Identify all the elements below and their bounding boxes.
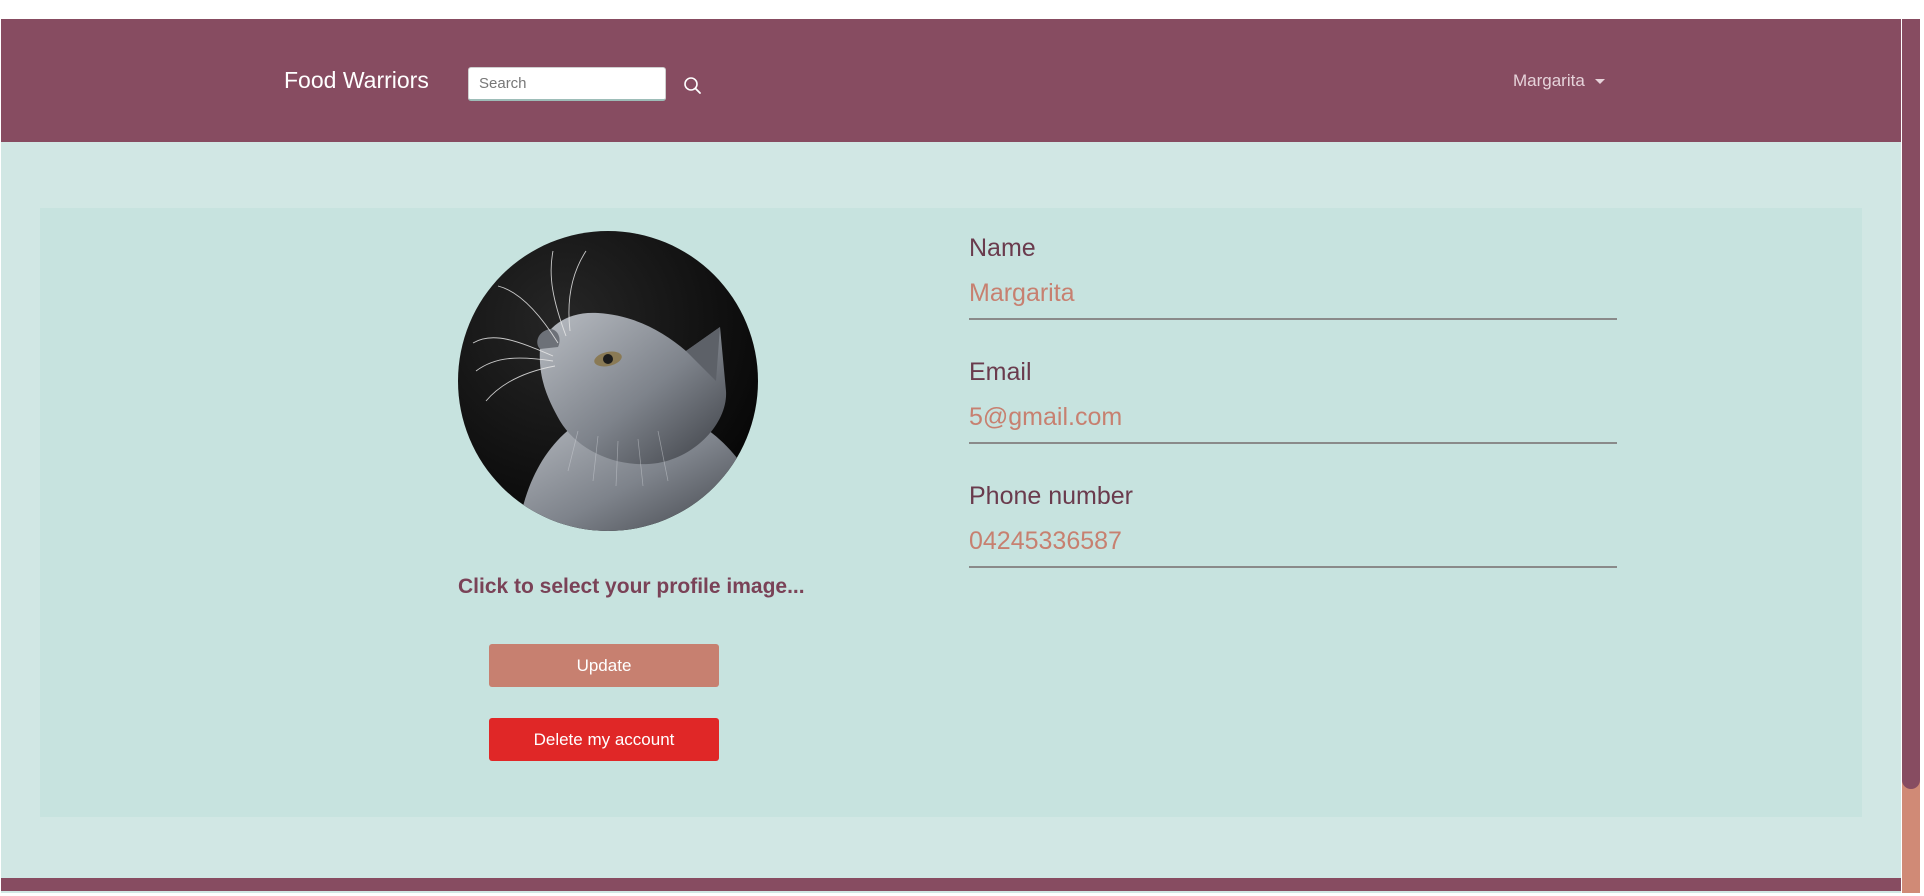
user-menu-label: Margarita <box>1513 71 1585 90</box>
delete-account-button[interactable]: Delete my account <box>489 718 719 761</box>
cat-photo <box>458 231 758 531</box>
select-profile-image-link[interactable]: Click to select your profile image... <box>458 575 805 599</box>
name-label: Name <box>969 234 1036 262</box>
page-background: Food Warriors Margarita <box>1 19 1901 893</box>
brand-logo[interactable]: Food Warriors <box>284 67 429 94</box>
scrollbar-thumb[interactable] <box>1902 19 1920 789</box>
top-navbar: Food Warriors Margarita <box>1 19 1901 142</box>
caret-down-icon <box>1594 78 1605 84</box>
name-input[interactable] <box>969 279 1617 320</box>
footer-bar <box>1 878 1901 891</box>
vertical-scrollbar[interactable] <box>1902 19 1920 893</box>
user-menu-dropdown[interactable]: Margarita <box>1513 71 1605 91</box>
profile-card: Click to select your profile image... Up… <box>40 208 1862 817</box>
profile-avatar[interactable] <box>458 231 758 531</box>
phone-label: Phone number <box>969 482 1134 510</box>
name-field-group: Name <box>969 236 1617 320</box>
phone-field-group: Phone number <box>969 484 1617 568</box>
email-field-group: Email <box>969 360 1617 444</box>
search-icon[interactable] <box>682 75 704 97</box>
phone-input[interactable] <box>969 527 1617 568</box>
email-input[interactable] <box>969 403 1617 444</box>
search-input[interactable] <box>468 67 666 101</box>
email-label: Email <box>969 358 1032 386</box>
update-button[interactable]: Update <box>489 644 719 687</box>
